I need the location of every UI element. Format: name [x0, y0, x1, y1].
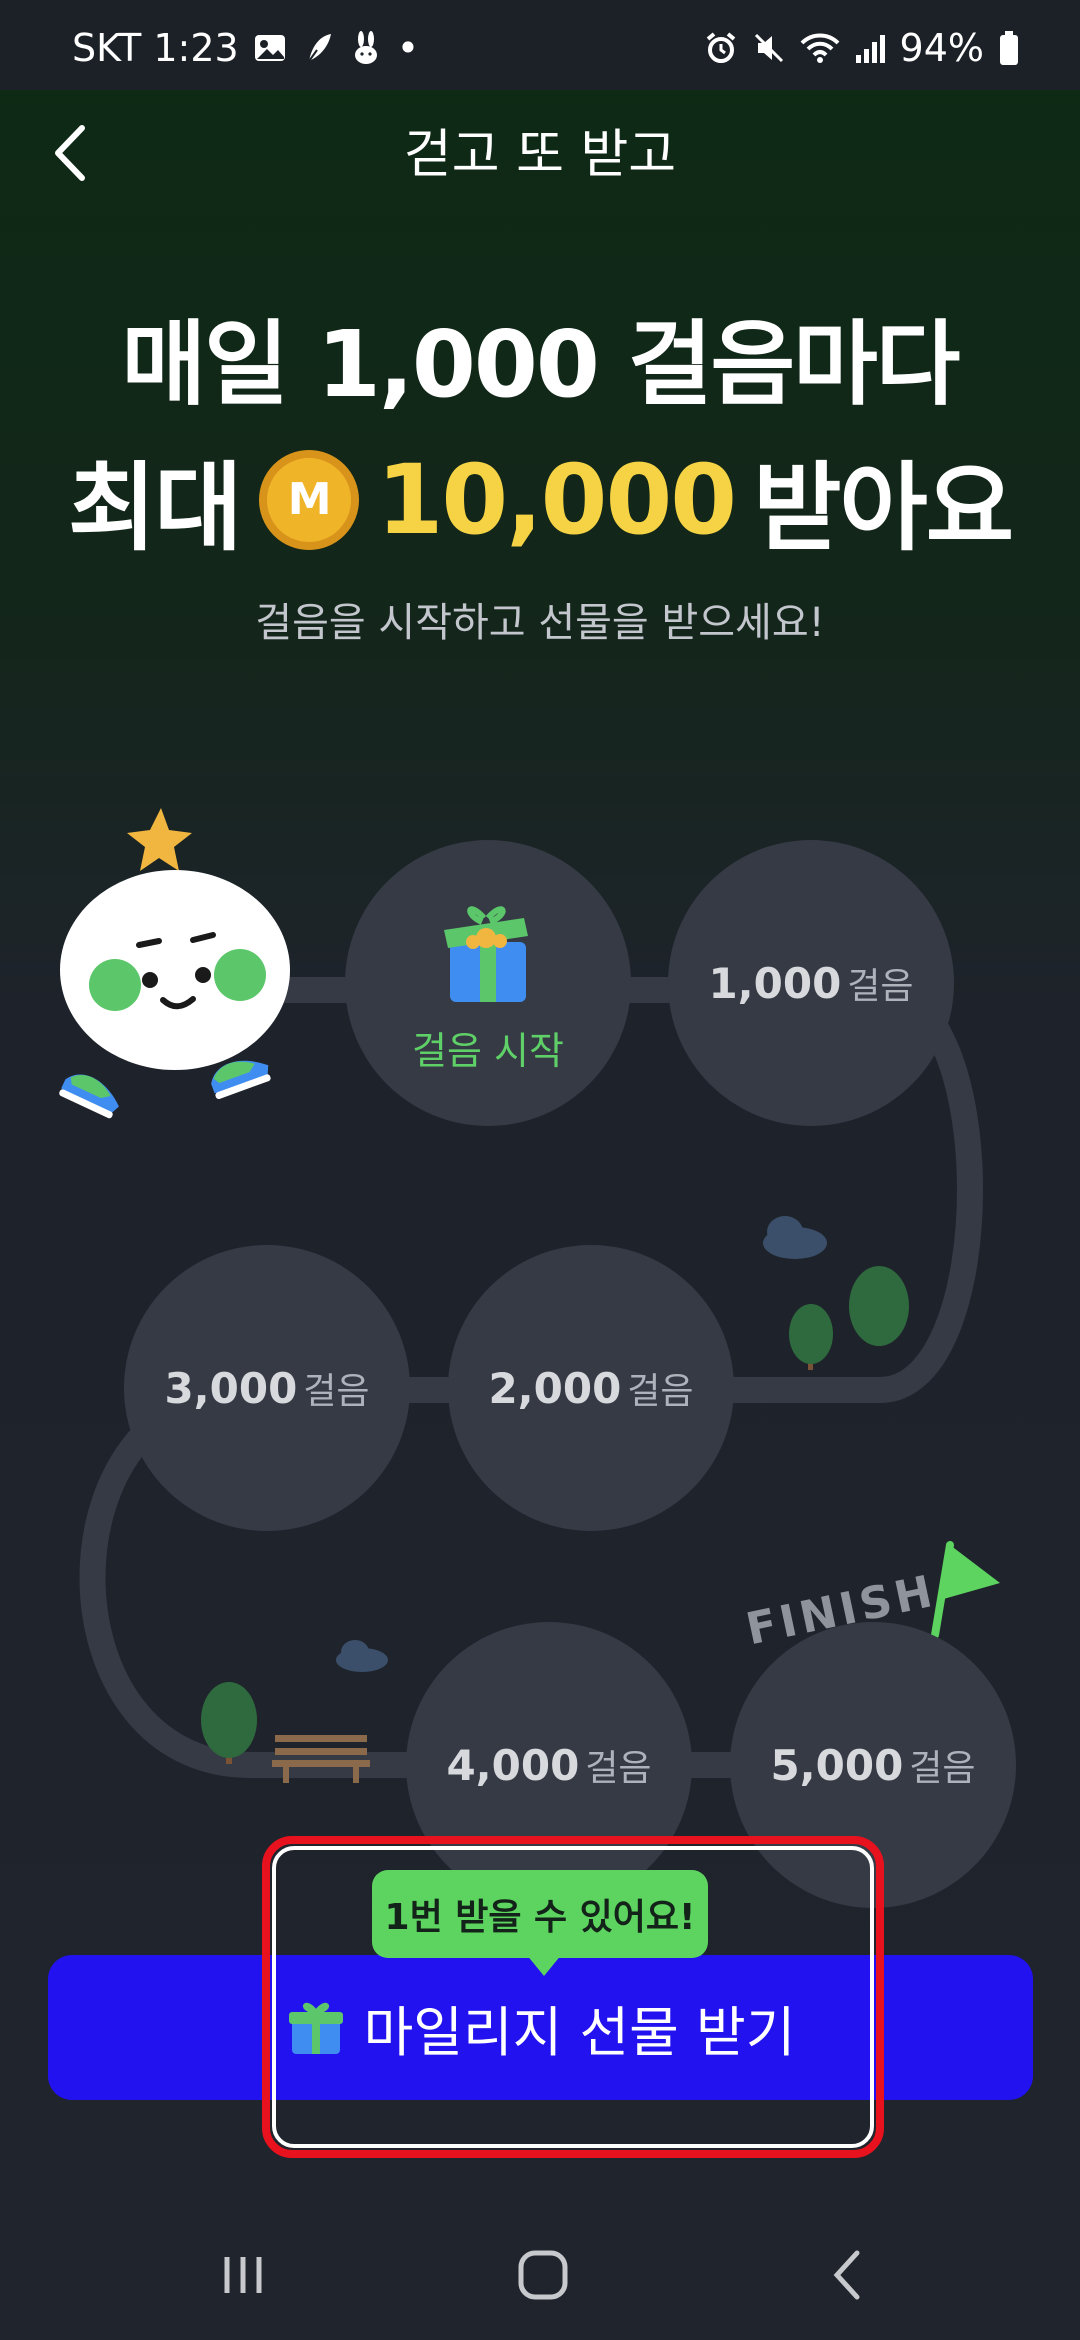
- system-nav-bar: [0, 2200, 1080, 2340]
- tree-icon: [789, 1266, 909, 1370]
- step-count: 4,000: [446, 1741, 580, 1790]
- back-icon: [833, 2250, 860, 2300]
- cloud-icon: [336, 1640, 388, 1672]
- highlight-frame-inner: [272, 1846, 874, 2148]
- recent-apps-button[interactable]: [188, 2230, 298, 2320]
- gift-box-icon: [444, 905, 528, 1002]
- step-node-start: 걸음 시작: [345, 840, 631, 1126]
- step-count: 5,000: [770, 1741, 904, 1790]
- mascot-character: [55, 805, 305, 1145]
- step-node-2000: 2,000 걸음: [448, 1245, 734, 1531]
- step-node-3000: 3,000 걸음: [124, 1245, 410, 1531]
- step-unit: 걸음: [585, 1748, 652, 1789]
- step-node-1000: 1,000 걸음: [668, 840, 954, 1126]
- step-unit: 걸음: [303, 1371, 370, 1412]
- step-unit: 걸음: [847, 966, 914, 1007]
- cloud-icon: [763, 1216, 827, 1259]
- home-button[interactable]: [488, 2230, 598, 2320]
- system-back-button[interactable]: [794, 2230, 904, 2320]
- step-count: 3,000: [164, 1364, 298, 1413]
- recent-apps-icon: [224, 2257, 262, 2293]
- home-icon: [518, 2250, 568, 2300]
- finish-flag-icon: [931, 1541, 1000, 1639]
- step-unit: 걸음: [909, 1748, 976, 1789]
- start-label: 걸음 시작: [412, 1028, 564, 1073]
- step-unit: 걸음: [627, 1371, 694, 1412]
- step-count: 2,000: [488, 1364, 622, 1413]
- step-count: 1,000: [708, 959, 842, 1008]
